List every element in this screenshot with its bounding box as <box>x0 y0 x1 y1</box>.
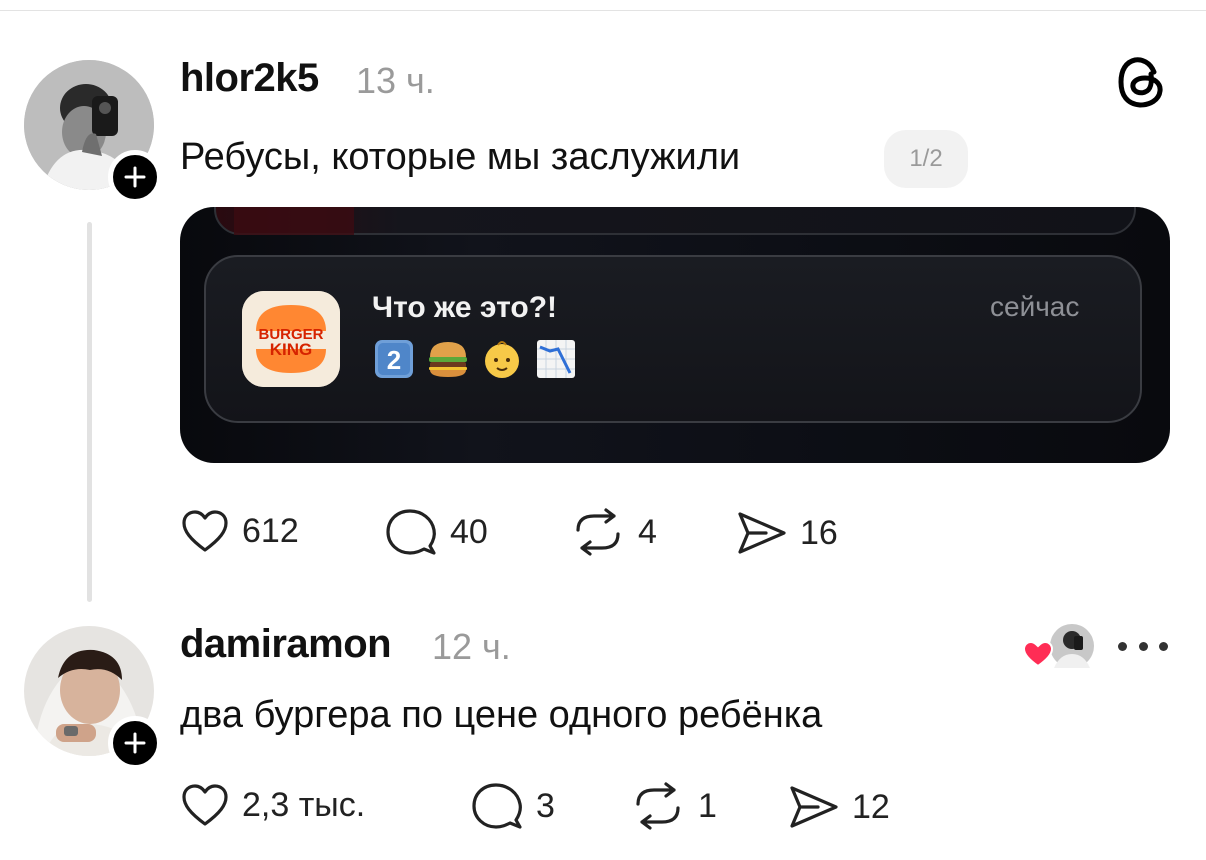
baby-icon <box>485 341 519 378</box>
threads-logo-icon[interactable] <box>1116 54 1166 110</box>
liked-by-author-indicator <box>1022 624 1094 668</box>
reply-share-count: 12 <box>852 787 890 826</box>
post-timestamp: 13 ч. <box>356 60 435 101</box>
reply-like-button[interactable]: 2,3 тыс. <box>180 782 365 828</box>
send-icon <box>738 512 786 554</box>
dot <box>1138 641 1148 651</box>
emoji-row: 2 <box>372 337 578 381</box>
reply-count: 40 <box>450 512 488 551</box>
post-username[interactable]: hlor2k5 <box>180 56 319 101</box>
reply-repost-count: 1 <box>698 786 717 825</box>
heart-icon <box>182 510 228 552</box>
reply-reply-count: 3 <box>536 786 555 825</box>
notification-title: Что же это?! <box>372 291 558 324</box>
heart-icon <box>182 784 228 826</box>
plus-icon <box>124 732 146 754</box>
repost-button[interactable]: 4 <box>570 508 657 556</box>
red-glow <box>234 207 354 235</box>
burger-king-app-icon: BURGER KING <box>242 291 340 387</box>
reply-share-button[interactable]: 12 <box>788 784 890 830</box>
share-count: 16 <box>800 513 838 552</box>
reply-repost-button[interactable]: 1 <box>630 782 717 830</box>
comment-icon <box>386 509 436 555</box>
thread-line <box>87 222 92 602</box>
send-icon <box>790 786 838 828</box>
top-divider <box>0 10 1206 11</box>
repost-icon <box>576 508 620 556</box>
notification-time: сейчас <box>990 291 1080 322</box>
reply-like-count: 2,3 тыс. <box>242 785 366 824</box>
reply-username[interactable]: damiramon <box>180 622 392 667</box>
carousel-counter: 1/2 <box>884 130 968 188</box>
dot <box>1159 641 1168 651</box>
repost-icon <box>636 782 680 830</box>
plus-icon <box>124 166 146 188</box>
share-button[interactable]: 16 <box>736 510 838 556</box>
reply-follow-button[interactable] <box>108 716 162 770</box>
notification-card: BURGER KING Что же это?! сейчас 2 <box>204 255 1142 423</box>
reply-text: два бургера по цене одного ребёнка <box>180 694 823 736</box>
dot <box>1118 641 1127 651</box>
reply-timestamp: 12 ч. <box>432 626 511 667</box>
repost-count: 4 <box>638 512 657 551</box>
svg-text:2: 2 <box>387 345 401 375</box>
like-count: 612 <box>242 511 299 550</box>
post-text: Ребусы, которые мы заслужили <box>180 136 741 178</box>
keycap-2-icon: 2 <box>375 340 413 378</box>
like-button[interactable]: 612 <box>180 508 299 554</box>
comment-icon <box>472 783 522 829</box>
chart-decreasing-icon <box>537 340 575 378</box>
heart-icon <box>1022 640 1054 668</box>
ellipsis-icon[interactable] <box>1118 634 1168 658</box>
hamburger-icon <box>429 342 467 377</box>
reply-button[interactable]: 40 <box>384 506 488 558</box>
post-image[interactable]: BURGER KING Что же это?! сейчас 2 <box>180 207 1170 463</box>
reply-reply-button[interactable]: 3 <box>470 780 555 832</box>
bk-logo-text-2: KING <box>270 340 313 359</box>
follow-button[interactable] <box>108 150 162 204</box>
